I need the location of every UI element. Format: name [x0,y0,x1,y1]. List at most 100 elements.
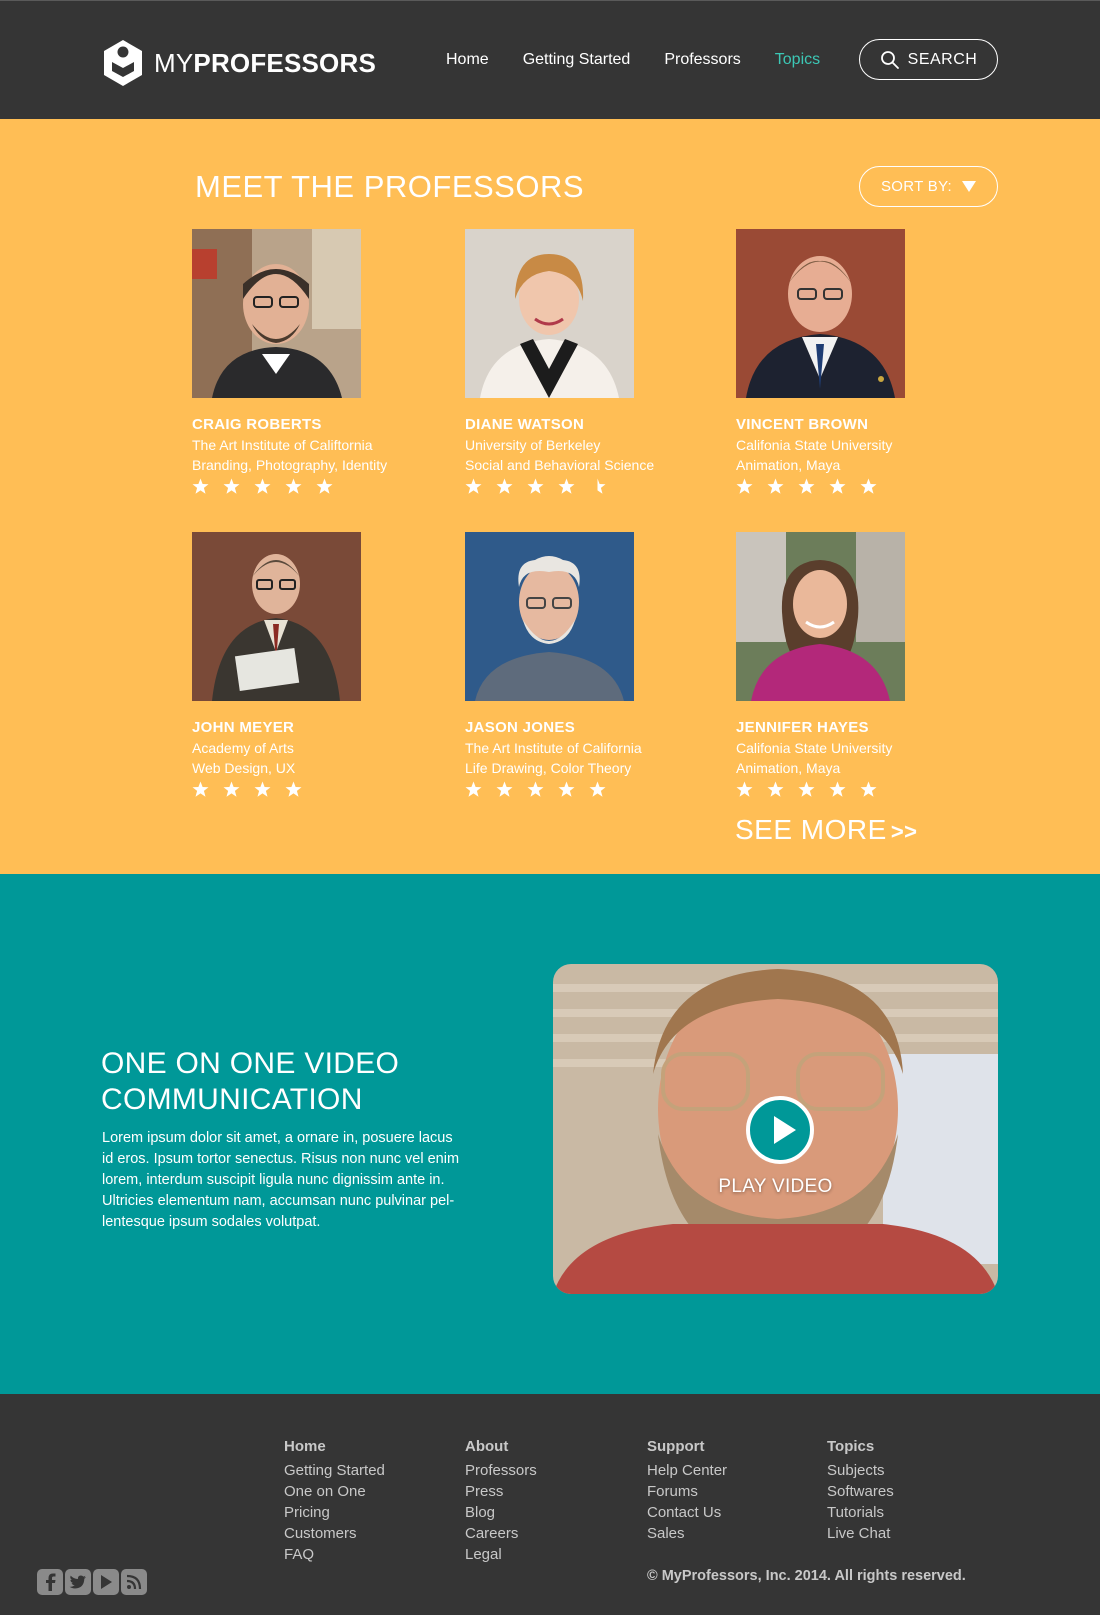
footer-link[interactable]: One on One [284,1481,444,1502]
star-icon [192,478,209,494]
logo[interactable]: MYPROFESSORS [101,38,376,88]
professor-photo[interactable] [192,532,361,701]
professors-section: MEET THE PROFESSORS SORT BY: CRAIG ROBER… [0,119,1100,874]
footer-link[interactable]: Press [465,1481,625,1502]
star-icon [860,781,877,797]
video-player[interactable]: PLAY VIDEO [553,964,998,1294]
star-icon [798,781,815,797]
footer-link[interactable]: Subjects [827,1460,987,1481]
nav-home[interactable]: Home [446,51,489,69]
professor-school: The Art Institute of Califtornia [192,437,373,453]
rating-stars [192,781,432,798]
video-section: ONE ON ONE VIDEO COMMUNICATION Lorem ips… [0,874,1100,1394]
rating-stars [192,478,432,495]
footer-link[interactable]: Blog [465,1502,625,1523]
footer-column-support: Support Help Center Forums Contact Us Sa… [647,1436,807,1544]
footer-link[interactable]: Customers [284,1523,444,1544]
star-icon [285,781,302,797]
footer-head-home[interactable]: Home [284,1436,444,1457]
professor-card[interactable]: JOHN MEYER Academy of Arts Web Design, U… [192,532,432,798]
rss-icon[interactable] [121,1569,147,1595]
professor-subjects: Life Drawing, Color Theory [465,760,632,776]
star-icon [589,781,606,797]
star-icon [829,478,846,494]
footer-link[interactable]: Legal [465,1544,625,1565]
star-icon [254,478,271,494]
professor-name[interactable]: JOHN MEYER [192,719,432,736]
rating-stars [736,781,976,798]
search-label: SEARCH [907,50,978,68]
professor-photo[interactable] [736,532,905,701]
footer-link[interactable]: Careers [465,1523,625,1544]
professor-card[interactable]: CRAIG ROBERTS The Art Institute of Calif… [192,229,432,495]
see-more-label: SEE MORE [735,814,887,845]
footer-head-support[interactable]: Support [647,1436,807,1457]
footer-link[interactable]: Help Center [647,1460,807,1481]
footer-link[interactable]: Pricing [284,1502,444,1523]
star-icon [829,781,846,797]
footer-link[interactable]: Forums [647,1481,807,1502]
rating-stars [465,478,705,495]
professor-subjects: Animation, Maya [736,457,841,473]
professor-card[interactable]: DIANE WATSON University of Berkeley Soci… [465,229,705,495]
footer-link[interactable]: Getting Started [284,1460,444,1481]
star-icon [192,781,209,797]
chevron-down-icon [962,181,977,192]
star-icon [558,478,575,494]
see-more-arrow: >> [890,819,918,844]
nav-professors[interactable]: Professors [664,51,740,69]
rating-stars [465,781,705,798]
star-icon [527,781,544,797]
star-icon [285,478,302,494]
nav-getting-started[interactable]: Getting Started [523,51,631,69]
footer-column-home: Home Getting Started One on One Pricing … [284,1436,444,1565]
professor-subjects: Animation, Maya [736,760,841,776]
star-icon [767,781,784,797]
professor-subjects: Branding, Photography, Identity [192,457,388,473]
professor-photo[interactable] [465,229,634,398]
logo-icon [104,40,142,86]
footer-head-about[interactable]: About [465,1436,625,1457]
search-button[interactable]: SEARCH [859,39,998,80]
professor-card[interactable]: JASON JONES The Art Institute of Califor… [465,532,705,798]
youtube-icon[interactable] [93,1569,119,1595]
professor-name[interactable]: JENNIFER HAYES [736,719,976,736]
play-button[interactable] [746,1096,814,1164]
twitter-icon[interactable] [65,1569,91,1595]
professor-name[interactable]: DIANE WATSON [465,416,705,433]
professor-name[interactable]: CRAIG ROBERTS [192,416,432,433]
logo-wordmark: MYPROFESSORS [154,47,376,78]
nav-topics[interactable]: Topics [775,51,820,69]
footer-link[interactable]: FAQ [284,1544,444,1565]
professor-photo[interactable] [465,532,634,701]
professor-card[interactable]: JENNIFER HAYES Califonia State Universit… [736,532,976,798]
rating-stars [736,478,976,495]
star-icon [767,478,784,494]
footer-column-topics: Topics Subjects Softwares Tutorials Live… [827,1436,987,1544]
professor-subjects: Web Design, UX [192,760,296,776]
professor-name[interactable]: JASON JONES [465,719,705,736]
search-icon [880,50,899,69]
professor-card[interactable]: VINCENT BROWN Califonia State University… [736,229,976,495]
footer-link[interactable]: Live Chat [827,1523,987,1544]
footer-link[interactable]: Professors [465,1460,625,1481]
footer-head-topics[interactable]: Topics [827,1436,987,1457]
professor-photo[interactable] [192,229,361,398]
professor-school: The Art Institute of California [465,740,642,756]
footer-link[interactable]: Tutorials [827,1502,987,1523]
footer-link[interactable]: Sales [647,1523,807,1544]
professor-school: Califonia State University [736,437,893,453]
footer-link[interactable]: Softwares [827,1481,987,1502]
professor-name[interactable]: VINCENT BROWN [736,416,976,433]
star-icon [316,478,333,494]
play-video-label[interactable]: PLAY VIDEO [553,1176,998,1198]
star-icon [465,478,482,494]
facebook-icon[interactable] [37,1569,63,1595]
footer-link[interactable]: Contact Us [647,1502,807,1523]
star-icon [527,478,544,494]
professor-photo[interactable] [736,229,905,398]
site-header: MYPROFESSORS Home Getting Started Profes… [0,0,1100,119]
sort-by-button[interactable]: SORT BY: [859,166,998,207]
see-more-link[interactable]: SEE MORE >> [735,814,918,846]
professor-subjects: Social and Behavioral Science [465,457,655,473]
